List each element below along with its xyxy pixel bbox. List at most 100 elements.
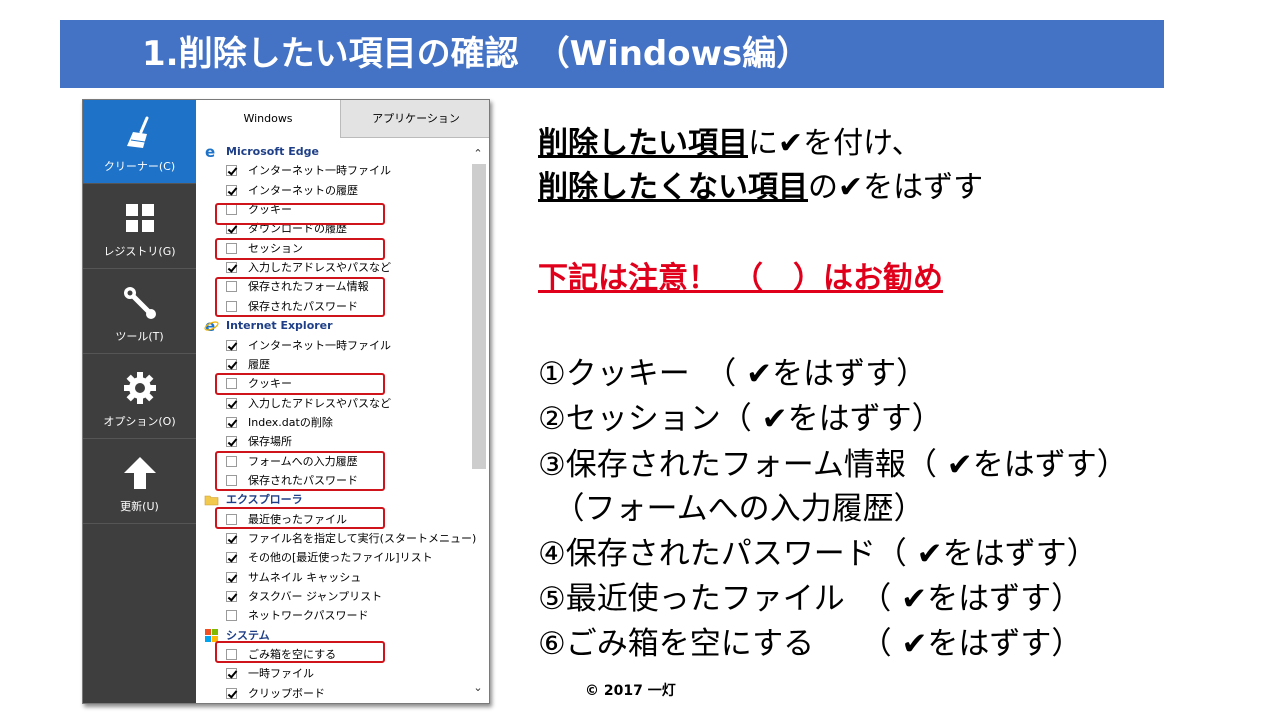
folder-icon [204,492,219,507]
nav-cleaner-label: クリーナー(C) [103,160,176,173]
item-label: クリップボード [248,686,325,700]
tab-windows[interactable]: Windows [196,100,341,138]
cleaner-panel: Windows アプリケーション e Microsoft Edge インターネット一… [196,100,489,703]
cleaner-item[interactable]: クリップボード [196,684,466,703]
caution-item-1: ①クッキー （ ✔をはずす） [538,356,928,392]
item-label: Index.datの削除 [248,415,333,429]
list-scrollbar[interactable]: ⌃ ⌄ [469,142,487,702]
item-checkbox[interactable] [226,687,237,699]
cleaner-item[interactable]: インターネット一時ファイル [196,161,466,180]
item-label: インターネット一時ファイル [248,164,391,178]
nav-update-label: 更新(U) [120,500,159,513]
scroll-up-icon[interactable]: ⌃ [469,146,487,162]
caution-item-3: ③保存されたフォーム情報（ ✔をはずす） [538,447,1128,483]
section-header[interactable]: e Microsoft Edge [196,142,466,161]
scroll-thumb[interactable] [472,164,486,469]
cleaner-item[interactable]: ファイル名を指定して実行(スタートメニュー) [196,529,476,548]
scroll-down-icon[interactable]: ⌄ [469,680,487,696]
item-label: タスクバー ジャンプリスト [248,590,383,604]
item-checkbox[interactable] [226,533,237,544]
item-checkbox[interactable] [226,184,237,196]
caution-item-5: ⑤最近使ったファイル （ ✔をはずす） [538,581,1083,617]
cleaner-item[interactable]: 入力したアドレスやパスなど [196,394,466,413]
nav-cleaner[interactable]: クリーナー(C) [83,100,196,184]
item-label: その他の[最近使ったファイル]リスト [248,551,433,565]
nav-options-label: オプション(O) [103,415,176,428]
item-checkbox[interactable] [226,339,237,351]
item-checkbox[interactable] [226,358,237,370]
item-label: インターネットの履歴 [248,183,358,197]
instruction-line-1-rest: に✔を付け、 [748,126,922,161]
item-checkbox[interactable] [226,165,237,177]
caution-item-2: ②セッション（ ✔をはずす） [538,401,943,437]
nav-tools-label: ツール(T) [115,330,164,343]
item-checkbox[interactable] [226,397,237,409]
grid-icon [125,204,154,232]
item-label: 保存場所 [248,435,292,449]
nav-update[interactable]: 更新(U) [83,440,196,524]
item-checkbox[interactable] [226,416,237,428]
cleaner-item[interactable]: 一時ファイル [196,664,466,683]
item-label: 一時ファイル [248,667,314,681]
item-checkbox[interactable] [226,552,237,564]
instruction-line-2-rest: の✔をはずす [808,170,984,205]
cleaner-item[interactable]: インターネットの履歴 [196,181,466,200]
cleaner-item[interactable]: 履歴 [196,355,466,374]
ie-icon: e [204,317,219,335]
instruction-line-2-bold: 削除したくない項目 [538,170,808,205]
item-label: インターネット一時ファイル [248,338,391,352]
caution-item-3-sub: （フォームへの入力履歴） [538,491,925,527]
tab-bar: Windows アプリケーション [196,100,489,138]
section-title: Microsoft Edge [226,145,319,158]
highlight-recent-files [215,507,385,529]
item-checkbox[interactable] [226,223,237,235]
cleaner-item[interactable]: インターネット一時ファイル [196,336,466,355]
svg-text:e: e [205,144,215,159]
item-label: ネットワークパスワード [248,609,369,623]
caution-item-6: ⑥ごみ箱を空にする （ ✔をはずす） [538,626,1083,662]
gear-icon [123,372,156,404]
cleaner-item[interactable]: 入力したアドレスやパスなど [196,258,466,277]
ccleaner-window: クリーナー(C) レジストリ(G) ツール(T) オプション(O) 更新(U) … [82,99,490,704]
highlight-recycle-bin [215,641,385,663]
cleaner-item[interactable]: タスクバー ジャンプリスト [196,587,466,606]
nav-tools[interactable]: ツール(T) [83,270,196,354]
instruction-line-1-bold: 削除したい項目 [538,126,748,161]
tab-applications[interactable]: アプリケーション [341,100,489,138]
cleaner-item[interactable]: ネットワークパスワード [196,606,466,625]
slide-title: 1.削除したい項目の確認 （Windows編） [60,20,1164,88]
highlight-ie-form-password [215,451,385,491]
item-checkbox[interactable] [226,262,237,274]
up-arrow-icon [123,457,156,489]
highlight-ie-cookie [215,373,385,395]
highlight-edge-form-password [215,277,385,317]
section-header[interactable]: e Internet Explorer [196,316,466,335]
item-label: ファイル名を指定して実行(スタートメニュー) [248,532,477,545]
item-checkbox[interactable] [226,571,237,583]
nav-options[interactable]: オプション(O) [83,355,196,439]
instruction-line-2: 削除したくない項目の✔をはずす [538,162,983,206]
item-label: 履歴 [248,357,270,371]
cleaner-item[interactable]: Index.datの削除 [196,413,466,432]
item-checkbox[interactable] [226,591,237,603]
item-checkbox[interactable] [226,668,237,680]
side-nav: クリーナー(C) レジストリ(G) ツール(T) オプション(O) 更新(U) [83,100,196,703]
warning-text: 下記は注意！ （ ）はお勧め [538,261,943,296]
section-title: Internet Explorer [226,319,333,333]
item-checkbox[interactable] [226,436,237,448]
item-label: 入力したアドレスやパスなど [248,396,391,410]
instruction-line-1: 削除したい項目に✔を付け、 [538,118,922,162]
highlight-edge-cookie [215,203,385,225]
warning-line: 下記は注意！ （ ）はお勧め [538,253,943,297]
item-label: 入力したアドレスやパスなど [248,261,391,275]
nav-registry[interactable]: レジストリ(G) [83,185,196,269]
highlight-edge-session [215,238,385,260]
wrench-icon [123,287,156,319]
cleaner-item[interactable]: サムネイル キャッシュ [196,568,466,587]
cleaner-item[interactable]: 保存場所 [196,432,466,451]
copyright: © 2017 一灯 [585,683,676,699]
cleaner-item[interactable]: その他の[最近使ったファイル]リスト [196,548,466,567]
item-checkbox[interactable] [226,610,237,622]
nav-registry-label: レジストリ(G) [103,245,176,258]
item-label: サムネイル キャッシュ [248,570,362,584]
